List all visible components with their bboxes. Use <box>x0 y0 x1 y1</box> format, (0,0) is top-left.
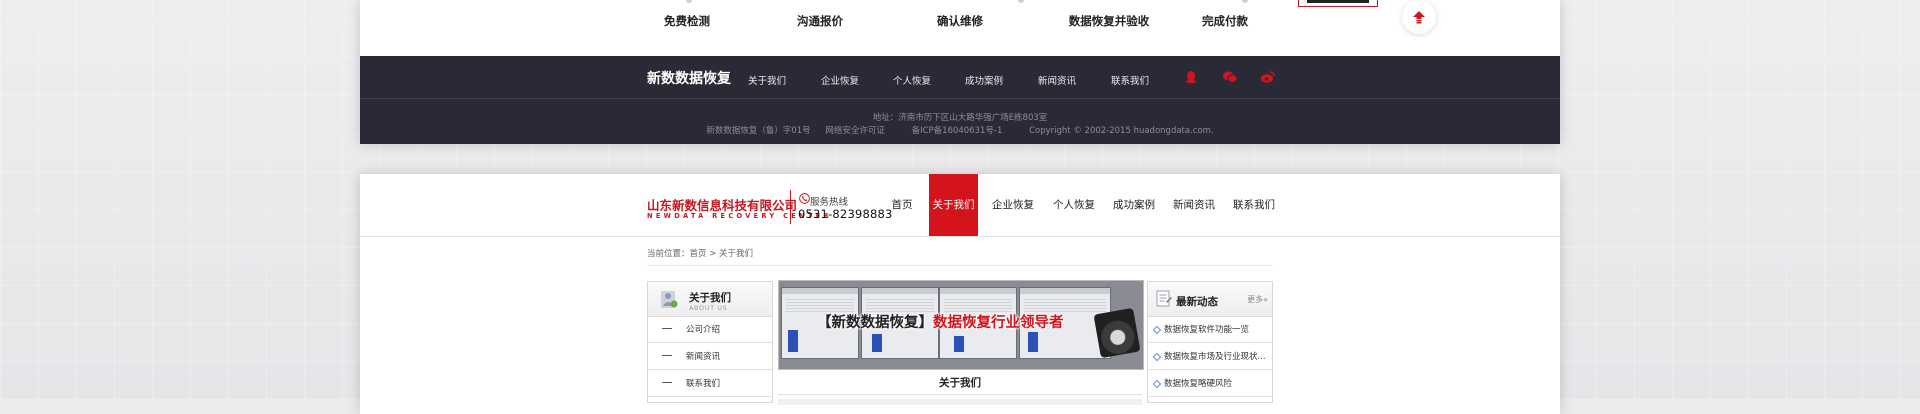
qq-icon[interactable] <box>1183 69 1199 85</box>
sidebar-item-label: 公司介绍 <box>686 325 721 335</box>
step-dot <box>686 0 692 3</box>
step-dot <box>1018 0 1024 3</box>
footer-link-enterprise[interactable]: 企业恢复 <box>821 73 859 87</box>
sidebar-item-label: 新闻资讯 <box>686 352 721 362</box>
site-header: 山东新数信息科技有限公司 NEWDATA RECOVERY CENTER 服务热… <box>360 174 1560 237</box>
footer-address: 地址：济南市历下区山大路华强广场E栋803室 <box>872 113 1048 123</box>
people-icon <box>661 291 678 308</box>
dash-icon <box>662 328 672 329</box>
phone-icon <box>799 193 810 204</box>
hard-disk-image <box>1093 307 1141 359</box>
nav-enterprise[interactable]: 企业恢复 <box>987 174 1039 236</box>
footer-link-news[interactable]: 新闻资讯 <box>1038 73 1076 87</box>
nav-home[interactable]: 首页 <box>884 174 920 236</box>
back-to-top-button[interactable] <box>1402 0 1436 34</box>
about-banner: 【新数数据恢复】数据恢复行业领导者 <box>778 280 1144 370</box>
footer-link-personal[interactable]: 个人恢复 <box>893 73 931 87</box>
sidebar-item-contact[interactable]: 联系我们 <box>648 370 772 397</box>
nav-contact[interactable]: 联系我们 <box>1228 174 1280 236</box>
news-item-label: 数据恢复市场及行业现状... <box>1164 352 1266 362</box>
qr-code-frame <box>1298 0 1378 7</box>
footer-copyright: Copyright © 2002-2015 huadongdata.com. <box>1029 126 1214 136</box>
dash-icon <box>662 355 672 356</box>
nav-about[interactable]: 关于我们 <box>929 174 978 236</box>
banner-slogan-brand: 【新数数据恢复】 <box>817 315 933 331</box>
footer-license: 新数数据恢复（鲁）字01号 <box>706 126 811 136</box>
footer-link-about[interactable]: 关于我们 <box>748 73 786 87</box>
top-page-preview: 免费检测 沟通报价 确认维修 数据恢复并验收 完成付款 新数数据恢复 关于我们 … <box>360 0 1560 144</box>
news-item[interactable]: 数据恢复略硬风险 <box>1148 370 1272 397</box>
nav-personal[interactable]: 个人恢复 <box>1048 174 1100 236</box>
step-dot <box>1242 0 1248 3</box>
footer-network-permit: 网络安全许可证 <box>825 126 885 136</box>
news-title: 最新动态 <box>1176 296 1218 308</box>
sidebar-item-news[interactable]: 新闻资讯 <box>648 343 772 370</box>
dash-icon <box>662 382 672 383</box>
sidebar-item-label: 联系我们 <box>686 379 721 389</box>
news-item-label: 数据恢复略硬风险 <box>1164 379 1233 389</box>
footer-record: 新数数据恢复（鲁）字01号 网络安全许可证 备ICP备16040631号-1 C… <box>360 124 1560 136</box>
step-confirm-repair: 确认维修 <box>937 14 983 28</box>
breadcrumb-divider <box>647 265 1273 266</box>
weibo-icon[interactable] <box>1260 69 1276 85</box>
footer-link-cases[interactable]: 成功案例 <box>965 73 1003 87</box>
latest-news-panel: 最新动态 更多» 数据恢复软件功能一览 数据恢复市场及行业现状... 数据恢复略… <box>1147 281 1273 403</box>
site-footer: 新数数据恢复 关于我们 企业恢复 个人恢复 成功案例 新闻资讯 联系我们 地址：… <box>360 56 1560 144</box>
sidebar-header: 关于我们 ABOUT US <box>648 282 772 317</box>
footer-icp: 备ICP备16040631号-1 <box>911 126 1003 136</box>
about-page-preview: 山东新数信息科技有限公司 NEWDATA RECOVERY CENTER 服务热… <box>360 174 1560 414</box>
hotline-label: 服务热线 <box>810 197 849 208</box>
footer-nav: 新数数据恢复 关于我们 企业恢复 个人恢复 成功案例 新闻资讯 联系我们 <box>360 56 1560 99</box>
step-payment: 完成付款 <box>1202 14 1248 28</box>
banner-slogan: 【新数数据恢复】数据恢复行业领导者 <box>817 311 1064 332</box>
news-item[interactable]: 数据恢复市场及行业现状... <box>1148 343 1272 370</box>
arrow-up-icon <box>1413 11 1425 24</box>
step-free-inspection: 免费检测 <box>664 14 710 28</box>
hotline-number: 0531-82398883 <box>798 207 893 221</box>
news-header: 最新动态 更多» <box>1148 282 1272 317</box>
content-divider <box>778 394 1142 395</box>
diamond-bullet-icon <box>1152 379 1162 389</box>
sidebar-subtitle: ABOUT US <box>689 304 728 312</box>
news-item[interactable]: 数据恢复软件功能一览 <box>1148 316 1272 343</box>
logo-divider <box>790 190 791 224</box>
diamond-bullet-icon <box>1152 352 1162 362</box>
news-more-link[interactable]: 更多» <box>1247 294 1268 305</box>
nav-cases[interactable]: 成功案例 <box>1108 174 1160 236</box>
news-item-label: 数据恢复软件功能一览 <box>1164 325 1250 335</box>
content-title: 关于我们 <box>939 377 981 389</box>
footer-link-contact[interactable]: 联系我们 <box>1111 73 1149 87</box>
breadcrumb: 当前位置：首页 > 关于我们 <box>647 249 754 259</box>
diamond-bullet-icon <box>1152 325 1162 335</box>
document-icon <box>1156 290 1172 307</box>
step-recover-accept: 数据恢复并验收 <box>1068 14 1150 28</box>
service-process-steps: 免费检测 沟通报价 确认维修 数据恢复并验收 完成付款 <box>360 0 1560 56</box>
sidebar-title: 关于我们 <box>689 292 731 304</box>
nav-news[interactable]: 新闻资讯 <box>1168 174 1220 236</box>
sidebar-item-company[interactable]: 公司介绍 <box>648 316 772 343</box>
step-quote: 沟通报价 <box>797 14 843 28</box>
wechat-icon[interactable] <box>1222 69 1238 85</box>
about-sidebar: 关于我们 ABOUT US 公司介绍 新闻资讯 联系我们 <box>647 281 773 403</box>
banner-slogan-tagline: 数据恢复行业领导者 <box>933 315 1064 331</box>
footer-brand: 新数数据恢复 <box>647 71 731 87</box>
